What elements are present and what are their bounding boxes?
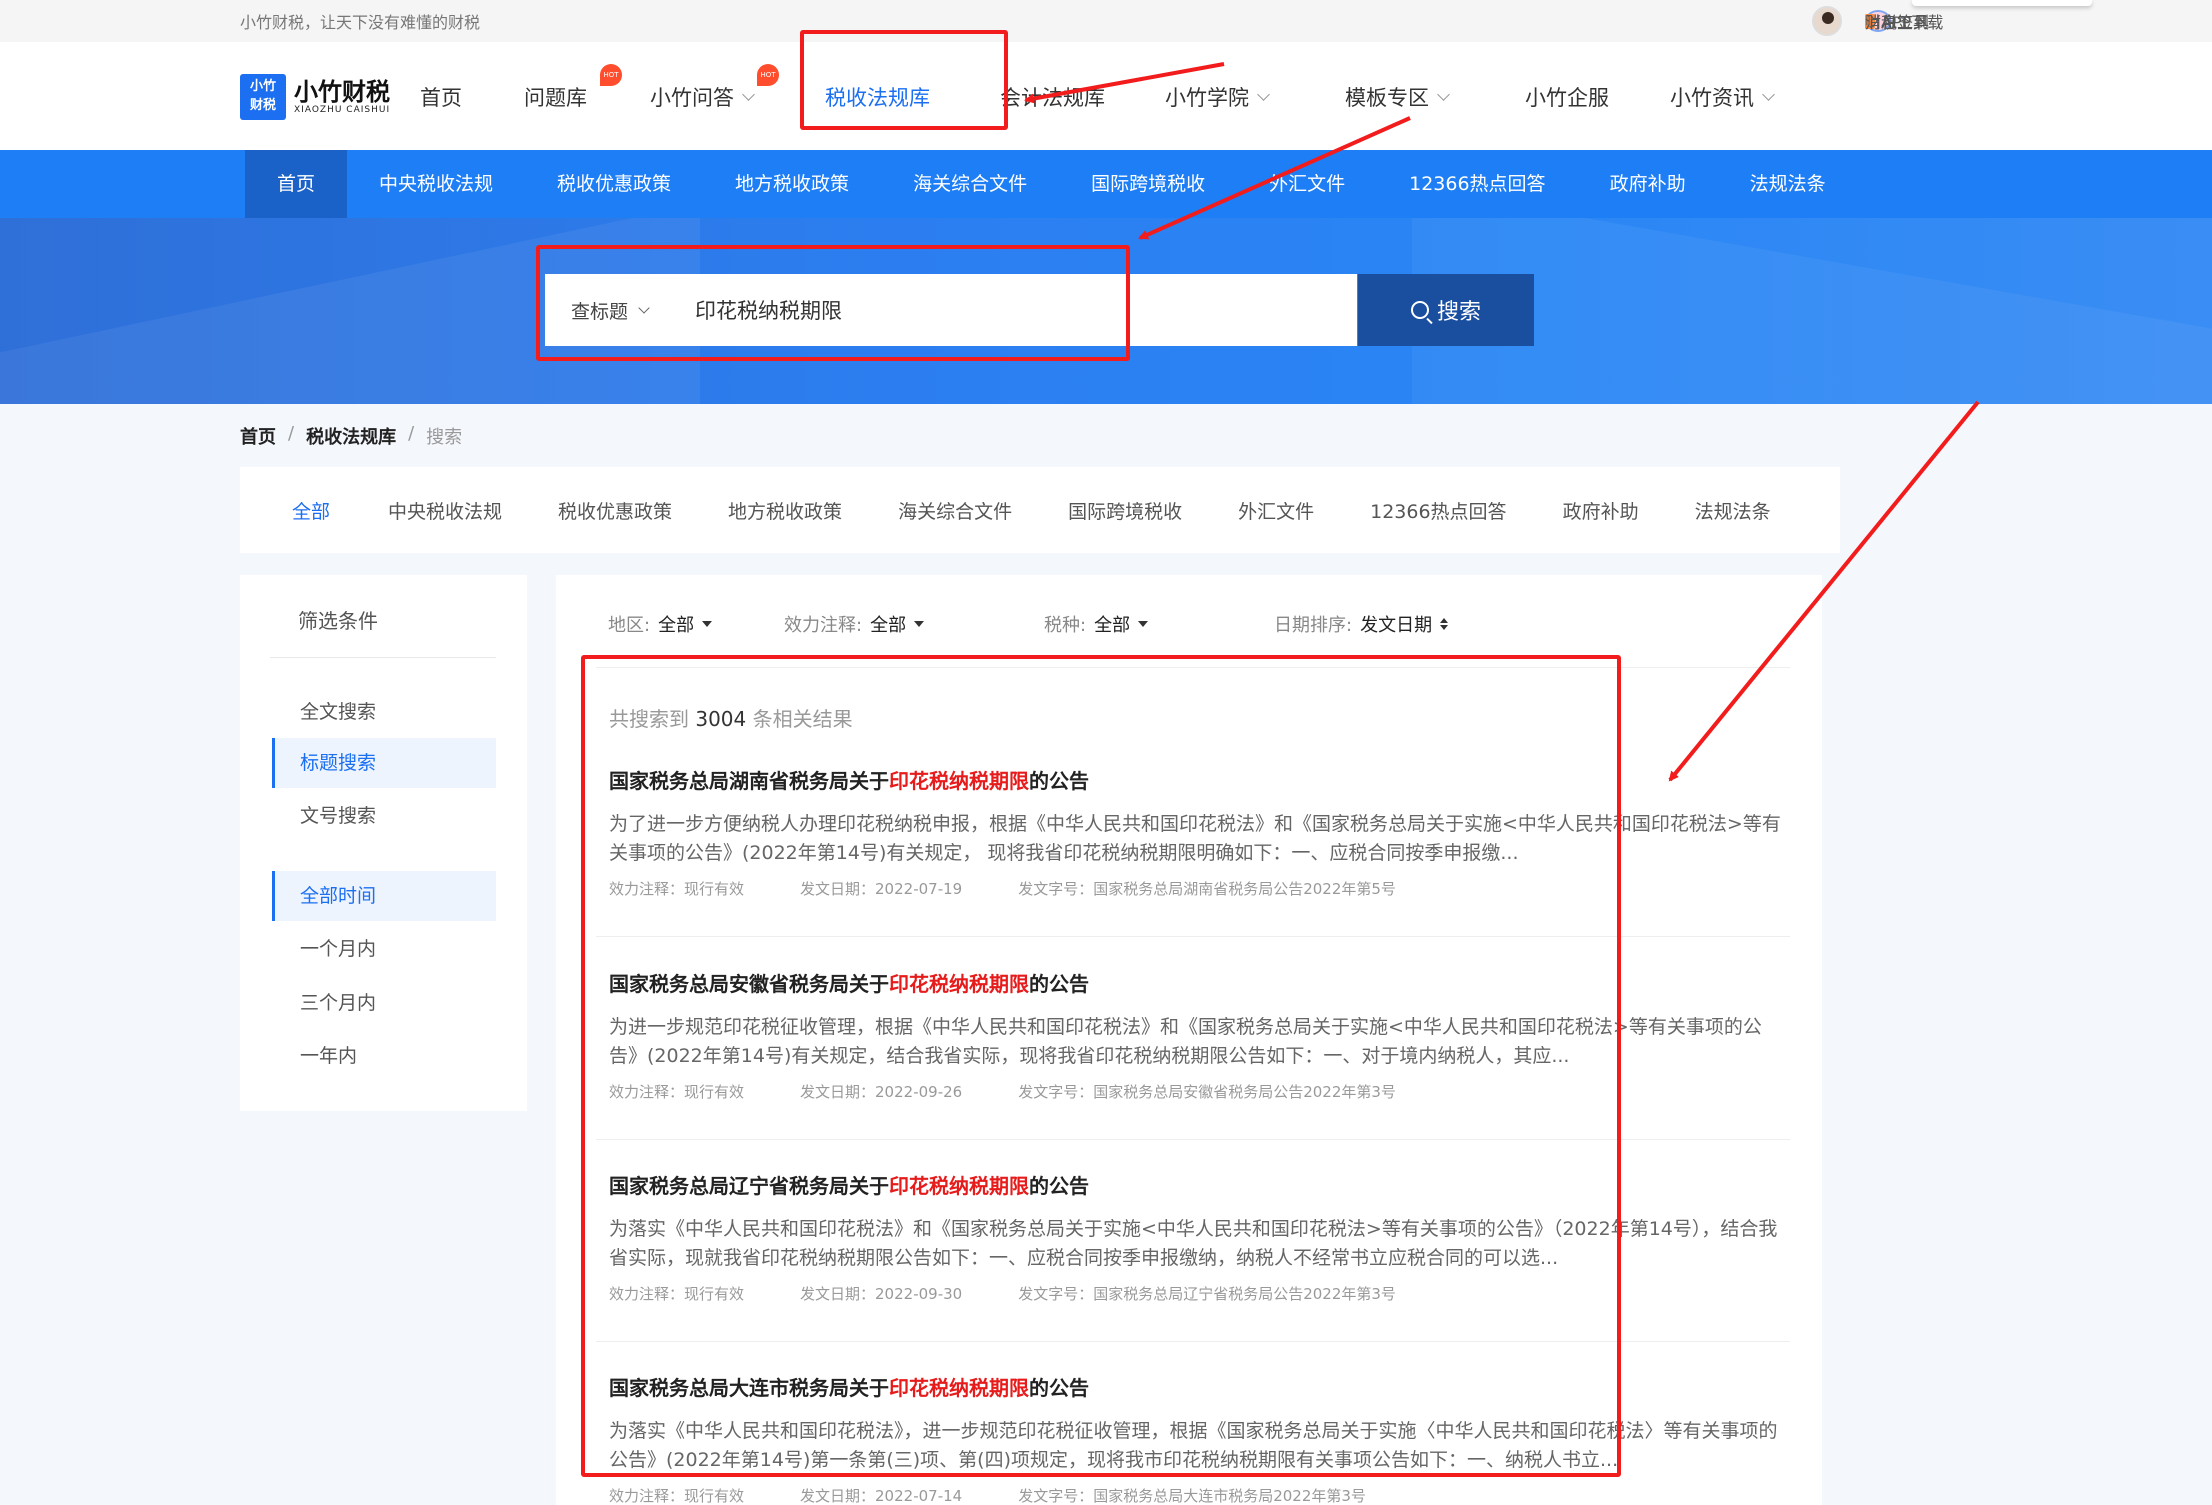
- nav-accounting-law-library-label: 会计法规库: [1000, 86, 1105, 110]
- subnav-local-tax-policies[interactable]: 地方税收政策: [703, 150, 881, 218]
- subnav-home[interactable]: 首页: [245, 150, 348, 218]
- result-meta: 效力注释：现行有效 发文日期：2022-07-14 发文字号：国家税务总局大连市税务…: [609, 1485, 1799, 1505]
- tab-forex-documents[interactable]: 外汇文件: [1208, 497, 1340, 524]
- user-avatar[interactable]: [1812, 6, 1842, 36]
- tab-central-tax-laws[interactable]: 中央税收法规: [358, 497, 528, 524]
- region-filter-label: 地区:: [608, 615, 651, 636]
- chevron-down-icon: [1762, 87, 1775, 101]
- nav-question-bank-label: 问题库: [524, 86, 587, 110]
- annotation-box-results: [581, 655, 1621, 1477]
- search-button[interactable]: 搜索: [1358, 274, 1534, 346]
- tax-type-filter-label: 税种:: [1044, 615, 1087, 636]
- subnav-forex-documents[interactable]: 外汇文件: [1237, 150, 1377, 218]
- date-sort-value: 发文日期: [1360, 615, 1433, 636]
- sort-icon: [1440, 618, 1449, 630]
- date-sort-label: 日期排序:: [1274, 615, 1353, 636]
- annotation-box-search: [536, 245, 1130, 361]
- dropdown-edge: [1912, 0, 2092, 6]
- breadcrumb: 首页 / 税收法规库 / 搜索: [240, 423, 462, 449]
- breadcrumb-home[interactable]: 首页: [240, 423, 276, 449]
- chevron-down-icon: [742, 87, 755, 101]
- subnav-government-subsidies[interactable]: 政府补助: [1578, 150, 1718, 218]
- results-filter-bar: 地区: 全部 效力注释: 全部 税种: 全部 日期排序: 发文日期: [608, 611, 1449, 637]
- search-button-label: 搜索: [1436, 300, 1481, 325]
- nav-templates[interactable]: 模板专区: [1345, 82, 1525, 112]
- tab-tax-incentives[interactable]: 税收优惠政策: [528, 497, 698, 524]
- nav-qa[interactable]: 小竹问答 HOT: [650, 64, 825, 112]
- filter-title: 筛选条件: [298, 609, 378, 633]
- logo-subtitle: XIAOZHU CAISHUI: [294, 105, 391, 115]
- nav-academy-label: 小竹学院: [1165, 86, 1249, 110]
- filter-time-3-months[interactable]: 三个月内: [272, 978, 496, 1028]
- library-subnav: 首页 中央税收法规 税收优惠政策 地方税收政策 海关综合文件 国际跨境税收 外汇…: [0, 150, 2212, 218]
- result-effect: 效力注释：现行有效: [609, 1487, 745, 1505]
- nav-home-label: 首页: [420, 86, 462, 110]
- top-strip: 小竹财税，让天下没有难懂的财税 签到 APP下载 财税工具 消息: [0, 0, 2212, 42]
- nav-news-label: 小竹资讯: [1670, 86, 1754, 110]
- nav-news[interactable]: 小竹资讯: [1670, 82, 1800, 112]
- annotation-box-nav: [800, 30, 1008, 130]
- hot-badge-icon: HOT: [600, 64, 622, 86]
- filter-time-all[interactable]: 全部时间: [272, 871, 496, 921]
- effect-filter[interactable]: 效力注释: 全部: [784, 611, 1044, 637]
- tab-local-tax-policies[interactable]: 地方税收政策: [698, 497, 868, 524]
- region-filter[interactable]: 地区: 全部: [608, 611, 784, 637]
- filter-docno-search[interactable]: 文号搜索: [272, 791, 496, 841]
- tab-customs-documents[interactable]: 海关综合文件: [868, 497, 1038, 524]
- date-sort[interactable]: 日期排序: 发文日期: [1274, 611, 1449, 637]
- subnav-customs-documents[interactable]: 海关综合文件: [881, 150, 1059, 218]
- top-user-links: 签到 APP下载 财税工具 消息: [1812, 6, 1943, 36]
- filter-time-1-year[interactable]: 一年内: [272, 1031, 496, 1081]
- filter-fulltext-search[interactable]: 全文搜索: [272, 687, 496, 737]
- subnav-12366-hot-answers[interactable]: 12366热点回答: [1377, 150, 1577, 218]
- subnav-central-tax-laws[interactable]: 中央税收法规: [347, 150, 525, 218]
- logo-mark: 小竹 财税: [240, 74, 286, 120]
- caret-down-icon: [1138, 621, 1149, 627]
- tab-government-subsidies[interactable]: 政府补助: [1533, 497, 1665, 524]
- tab-all[interactable]: 全部: [240, 497, 358, 524]
- result-date: 发文日期：2022-07-14: [800, 1487, 963, 1505]
- tab-12366-hot-answers[interactable]: 12366热点回答: [1340, 497, 1532, 524]
- site-logo[interactable]: 小竹 财税 小竹财税 XIAOZHU CAISHUI: [240, 74, 390, 120]
- result-doc-number: 发文字号：国家税务总局大连市税务局2022年第3号: [1018, 1487, 1366, 1505]
- tab-international-tax[interactable]: 国际跨境税收: [1038, 497, 1208, 524]
- effect-filter-value: 全部: [870, 615, 907, 636]
- nav-question-bank[interactable]: 问题库 HOT: [524, 64, 650, 112]
- effect-filter-label: 效力注释:: [784, 615, 863, 636]
- tab-law-articles[interactable]: 法规法条: [1665, 497, 1797, 524]
- subnav-tax-incentives[interactable]: 税收优惠政策: [525, 150, 703, 218]
- filter-title-search[interactable]: 标题搜索: [272, 738, 496, 788]
- nav-templates-label: 模板专区: [1345, 86, 1429, 110]
- caret-down-icon: [702, 621, 713, 627]
- nav-academy[interactable]: 小竹学院: [1165, 82, 1345, 112]
- tax-type-filter[interactable]: 税种: 全部: [1044, 611, 1274, 637]
- messages-link[interactable]: 消息: [1865, 9, 2212, 33]
- category-tabs: 全部 中央税收法规 税收优惠政策 地方税收政策 海关综合文件 国际跨境税收 外汇…: [240, 467, 1840, 553]
- subnav-international-tax[interactable]: 国际跨境税收: [1059, 150, 1237, 218]
- nav-qa-label: 小竹问答: [650, 86, 734, 110]
- search-icon: [1410, 301, 1429, 319]
- subnav-law-articles[interactable]: 法规法条: [1718, 150, 1858, 218]
- main-header: 小竹 财税 小竹财税 XIAOZHU CAISHUI 首页 问题库 HOT 小竹问答…: [0, 42, 2212, 150]
- breadcrumb-library[interactable]: 税收法规库: [306, 423, 396, 449]
- site-slogan: 小竹财税，让天下没有难懂的财税: [240, 13, 481, 32]
- breadcrumb-current: 搜索: [426, 427, 463, 448]
- hot-badge-icon: HOT: [757, 64, 779, 86]
- divider: [270, 657, 496, 658]
- region-filter-value: 全部: [658, 615, 695, 636]
- nav-accounting-law-library[interactable]: 会计法规库: [1000, 82, 1165, 112]
- filter-time-1-month[interactable]: 一个月内: [272, 924, 496, 974]
- nav-enterprise-services-label: 小竹企服: [1525, 86, 1609, 110]
- tax-type-filter-value: 全部: [1094, 615, 1131, 636]
- nav-home[interactable]: 首页: [420, 82, 524, 112]
- chevron-down-icon: [1437, 87, 1450, 101]
- breadcrumb-separator: /: [408, 423, 415, 444]
- caret-down-icon: [914, 621, 925, 627]
- breadcrumb-separator: /: [288, 423, 295, 444]
- chevron-down-icon: [1257, 87, 1270, 101]
- main-nav: 首页 问题库 HOT 小竹问答 HOT 税收法规库 会计法规库 小竹学院 模板专区 …: [420, 64, 1800, 112]
- nav-enterprise-services[interactable]: 小竹企服: [1525, 82, 1670, 112]
- logo-name: 小竹财税: [294, 78, 390, 106]
- filter-panel: 筛选条件 全文搜索 标题搜索 文号搜索 全部时间 一个月内 三个月内 一年内: [240, 575, 527, 1111]
